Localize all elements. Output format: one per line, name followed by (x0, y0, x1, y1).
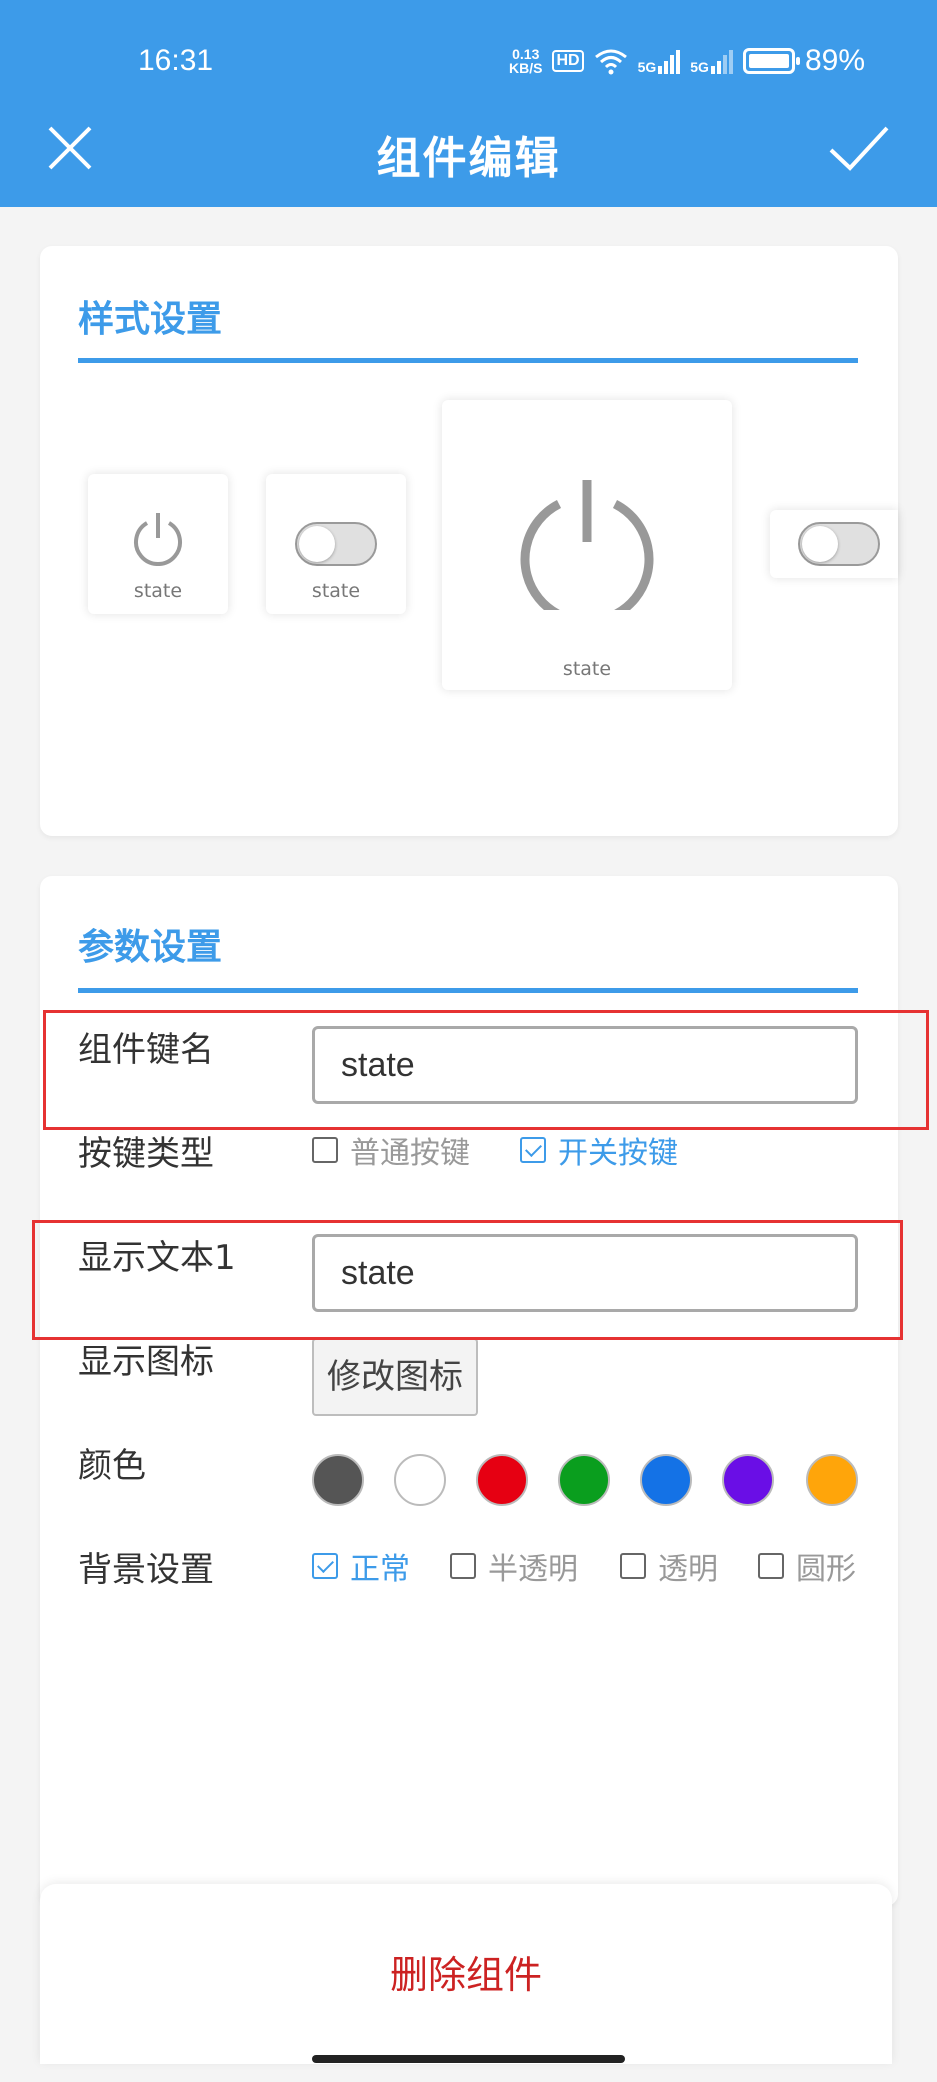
signal-icon: 5G (690, 48, 733, 74)
home-indicator[interactable] (312, 2055, 625, 2063)
highlight-box-key-name (43, 1010, 929, 1130)
battery-icon (742, 48, 800, 74)
preview-label: state (133, 580, 183, 602)
delete-component-button[interactable]: 删除组件 (40, 1944, 892, 1999)
checkbox-checked-icon (520, 1137, 546, 1163)
signal-icon: 5G (638, 48, 681, 74)
section-divider (78, 358, 858, 363)
color-swatch-orange[interactable] (806, 1454, 858, 1506)
power-icon (520, 480, 654, 610)
status-time: 16:31 (138, 44, 214, 77)
battery-percent: 89% (804, 44, 865, 77)
color-swatch-blue[interactable] (640, 1454, 692, 1506)
key-type-normal-checkbox[interactable]: 普通按键 (312, 1128, 470, 1172)
preview-power-small[interactable]: state (88, 474, 228, 614)
power-icon (134, 513, 182, 566)
app-bar: 16:31 0.13 KB/S HD 5G 5G 89% 组件编辑 (0, 0, 937, 207)
checkbox-icon (620, 1553, 646, 1579)
preview-label: state (562, 658, 612, 680)
key-type-label: 按键类型 (78, 1134, 214, 1174)
bottom-sheet: 删除组件 (40, 1884, 892, 2064)
preview-label: state (311, 580, 361, 602)
color-swatch-gray[interactable] (312, 1454, 364, 1506)
section-divider (78, 988, 858, 993)
color-label: 颜色 (78, 1446, 146, 1486)
background-semi-transparent-checkbox[interactable]: 半透明 (450, 1544, 578, 1588)
wifi-icon (594, 49, 627, 75)
preview-toggle-wide[interactable] (770, 510, 898, 578)
color-swatch-red[interactable] (476, 1454, 528, 1506)
checkbox-icon (312, 1137, 338, 1163)
status-icons: 0.13 KB/S HD 5G 5G 89% (509, 44, 865, 78)
highlight-box-display-text (32, 1220, 903, 1340)
checkmark-icon[interactable] (828, 124, 890, 172)
checkbox-checked-icon (312, 1553, 338, 1579)
net-speed: 0.13 KB/S (509, 46, 543, 76)
param-section-title: 参数设置 (78, 927, 223, 968)
background-normal-checkbox[interactable]: 正常 (312, 1544, 410, 1588)
background-transparent-checkbox[interactable]: 透明 (620, 1544, 718, 1588)
color-swatch-purple[interactable] (722, 1454, 774, 1506)
background-round-checkbox[interactable]: 圆形 (758, 1544, 856, 1588)
color-swatch-white[interactable] (394, 1454, 446, 1506)
preview-toggle-small[interactable]: state (266, 474, 406, 614)
style-settings-card: 样式设置 state state state (40, 246, 898, 836)
change-icon-button[interactable]: 修改图标 (312, 1338, 478, 1416)
toggle-switch (295, 522, 377, 566)
display-icon-label: 显示图标 (78, 1342, 214, 1382)
hd-badge-icon: HD (552, 50, 584, 72)
style-section-title: 样式设置 (78, 299, 223, 340)
color-swatch-green[interactable] (558, 1454, 610, 1506)
preview-power-large[interactable]: state (442, 400, 732, 690)
toggle-switch (798, 522, 880, 566)
checkbox-icon (758, 1553, 784, 1579)
background-label: 背景设置 (78, 1550, 214, 1590)
page-title: 组件编辑 (376, 133, 561, 184)
key-type-switch-checkbox[interactable]: 开关按键 (520, 1128, 678, 1172)
checkbox-icon (450, 1553, 476, 1579)
